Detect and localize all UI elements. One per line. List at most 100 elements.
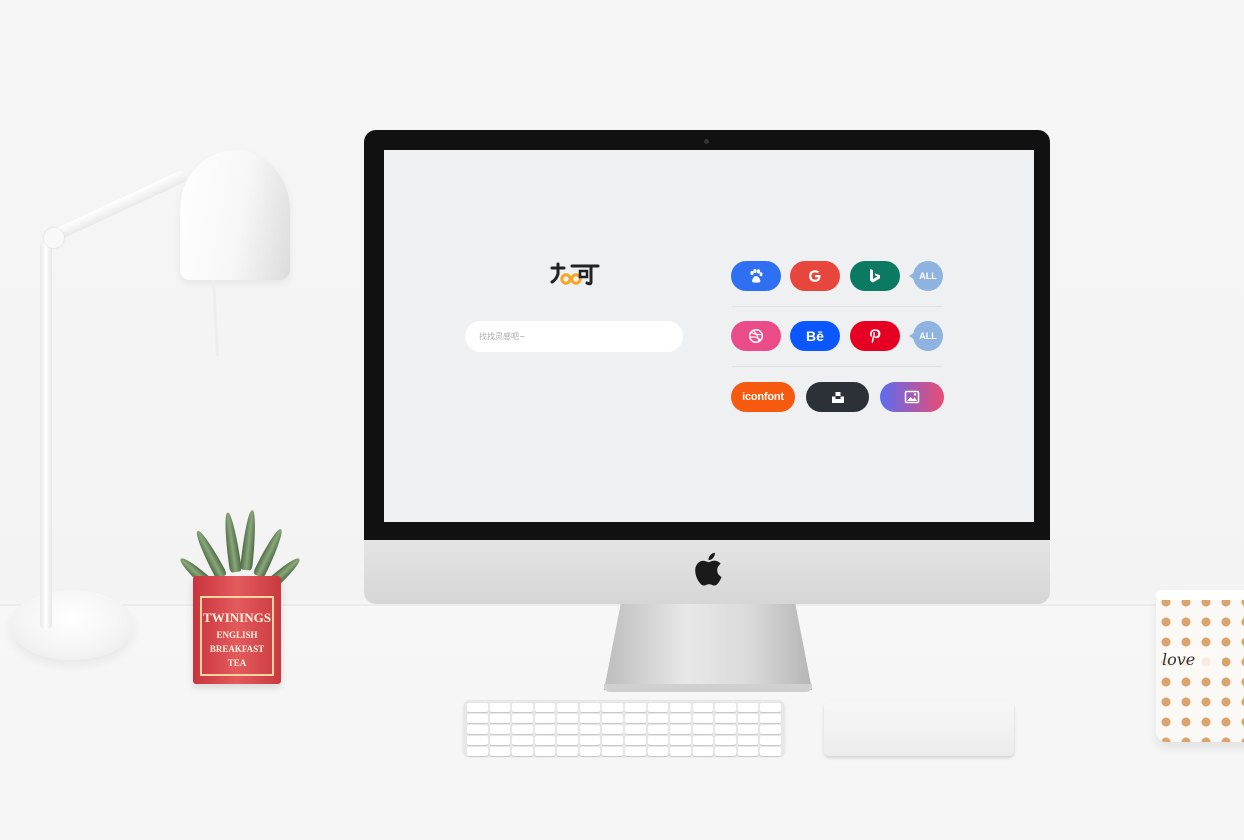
keyboard-key (737, 714, 759, 723)
monitor-screen: ALL Bē ALL iconfont (384, 150, 1034, 522)
keyboard-key (534, 725, 556, 734)
keyboard-key (624, 703, 646, 712)
keyboard-key (715, 714, 736, 723)
keyboard-key (579, 714, 601, 723)
keyboard-key (647, 725, 669, 734)
keyboard-key (534, 747, 556, 756)
keyboard-key (647, 736, 669, 745)
bing-b-icon (870, 269, 880, 283)
iconfont-logo: iconfont (742, 391, 784, 403)
keyboard-key (692, 747, 714, 756)
tin-line-2: BREAKFAST (209, 644, 265, 654)
keyboard-key (467, 725, 488, 734)
keyboard-key (602, 725, 623, 734)
keyboard-key (670, 725, 691, 734)
monitor-stand-foot (604, 684, 812, 692)
mug-rim (1156, 590, 1244, 600)
apple-logo-icon (695, 552, 722, 586)
keyboard-key (602, 714, 623, 723)
keyboard-key (715, 736, 736, 745)
keyboard-key (467, 714, 488, 723)
keyboard-key (737, 725, 759, 734)
more-search-engines-button[interactable]: ALL (909, 261, 943, 291)
keyboard-key (557, 703, 578, 712)
tin-line-1: ENGLISH (216, 630, 258, 640)
keyboard-key (467, 703, 488, 712)
keyboard-key (579, 725, 601, 734)
lamp-cord (212, 279, 219, 357)
camera-dot (704, 139, 709, 144)
unsplash-button[interactable] (806, 382, 869, 412)
google-button[interactable] (790, 261, 840, 291)
keyboard-key (670, 703, 691, 712)
keyboard (464, 700, 784, 756)
keyboard-key (512, 736, 533, 745)
keyboard-key (557, 725, 578, 734)
keyboard-key (534, 703, 556, 712)
more-design-sites-button[interactable]: ALL (909, 321, 943, 351)
keyboard-key (692, 736, 714, 745)
search-input[interactable] (465, 321, 683, 352)
image-gallery-icon (904, 390, 920, 404)
keyboard-key (737, 703, 759, 712)
keyboard-key (715, 703, 736, 712)
behance-icon: Bē (806, 328, 824, 344)
keyboard-key (602, 736, 623, 745)
keyboard-key (534, 714, 556, 723)
site-logo[interactable] (550, 262, 600, 286)
keyboard-key (557, 714, 578, 723)
tin-brand: TWININGS (203, 610, 271, 625)
keyboard-key (715, 725, 736, 734)
keyboard-key (647, 747, 669, 756)
keyboard-key (602, 747, 623, 756)
dribbble-button[interactable] (731, 321, 781, 351)
keyboard-key (489, 703, 511, 712)
keyboard-key (467, 747, 488, 756)
keyboard-key (512, 703, 533, 712)
keyboard-key (489, 736, 511, 745)
bing-button[interactable] (850, 261, 900, 291)
lamp-arm (47, 169, 189, 244)
keyboard-key (579, 736, 601, 745)
keyboard-key (512, 747, 533, 756)
pinterest-p-icon (869, 329, 881, 344)
baidu-button[interactable] (731, 261, 781, 291)
keyboard-key (579, 703, 601, 712)
keyboard-key (489, 747, 511, 756)
monitor-stand (604, 604, 812, 690)
lamp-joint (44, 228, 64, 248)
keyboard-key (692, 725, 714, 734)
tin-line-3: TEA (227, 658, 247, 668)
keyboard-key (670, 736, 691, 745)
keyboard-key (557, 747, 578, 756)
keyboard-key (624, 736, 646, 745)
google-g-icon (809, 270, 821, 282)
pinterest-button[interactable] (850, 321, 900, 351)
keyboard-key (760, 703, 781, 712)
keyboard-key (489, 714, 511, 723)
keyboard-key (557, 736, 578, 745)
keyboard-key (670, 714, 691, 723)
row-divider (732, 366, 942, 367)
keyboard-key (692, 703, 714, 712)
keyboard-key (624, 747, 646, 756)
keyboard-key (760, 725, 781, 734)
keyboard-key (760, 736, 781, 745)
behance-button[interactable]: Bē (790, 321, 840, 351)
iconfont-button[interactable]: iconfont (731, 382, 795, 412)
lamp-base (10, 590, 134, 660)
tea-tin-label: TWININGS ENGLISH BREAKFAST TEA (200, 596, 274, 676)
keyboard-key (647, 714, 669, 723)
image-gallery-button[interactable] (880, 382, 944, 412)
keyboard-key (692, 714, 714, 723)
mug-text: love (1162, 650, 1222, 669)
keyboard-key (512, 714, 533, 723)
row-divider (732, 306, 942, 307)
keyboard-key (760, 714, 781, 723)
keyboard-key (512, 725, 533, 734)
lamp-pole (40, 240, 52, 630)
dribbble-ball-icon (748, 328, 764, 344)
keyboard-key (760, 747, 781, 756)
keyboard-key (715, 747, 736, 756)
keyboard-key (647, 703, 669, 712)
